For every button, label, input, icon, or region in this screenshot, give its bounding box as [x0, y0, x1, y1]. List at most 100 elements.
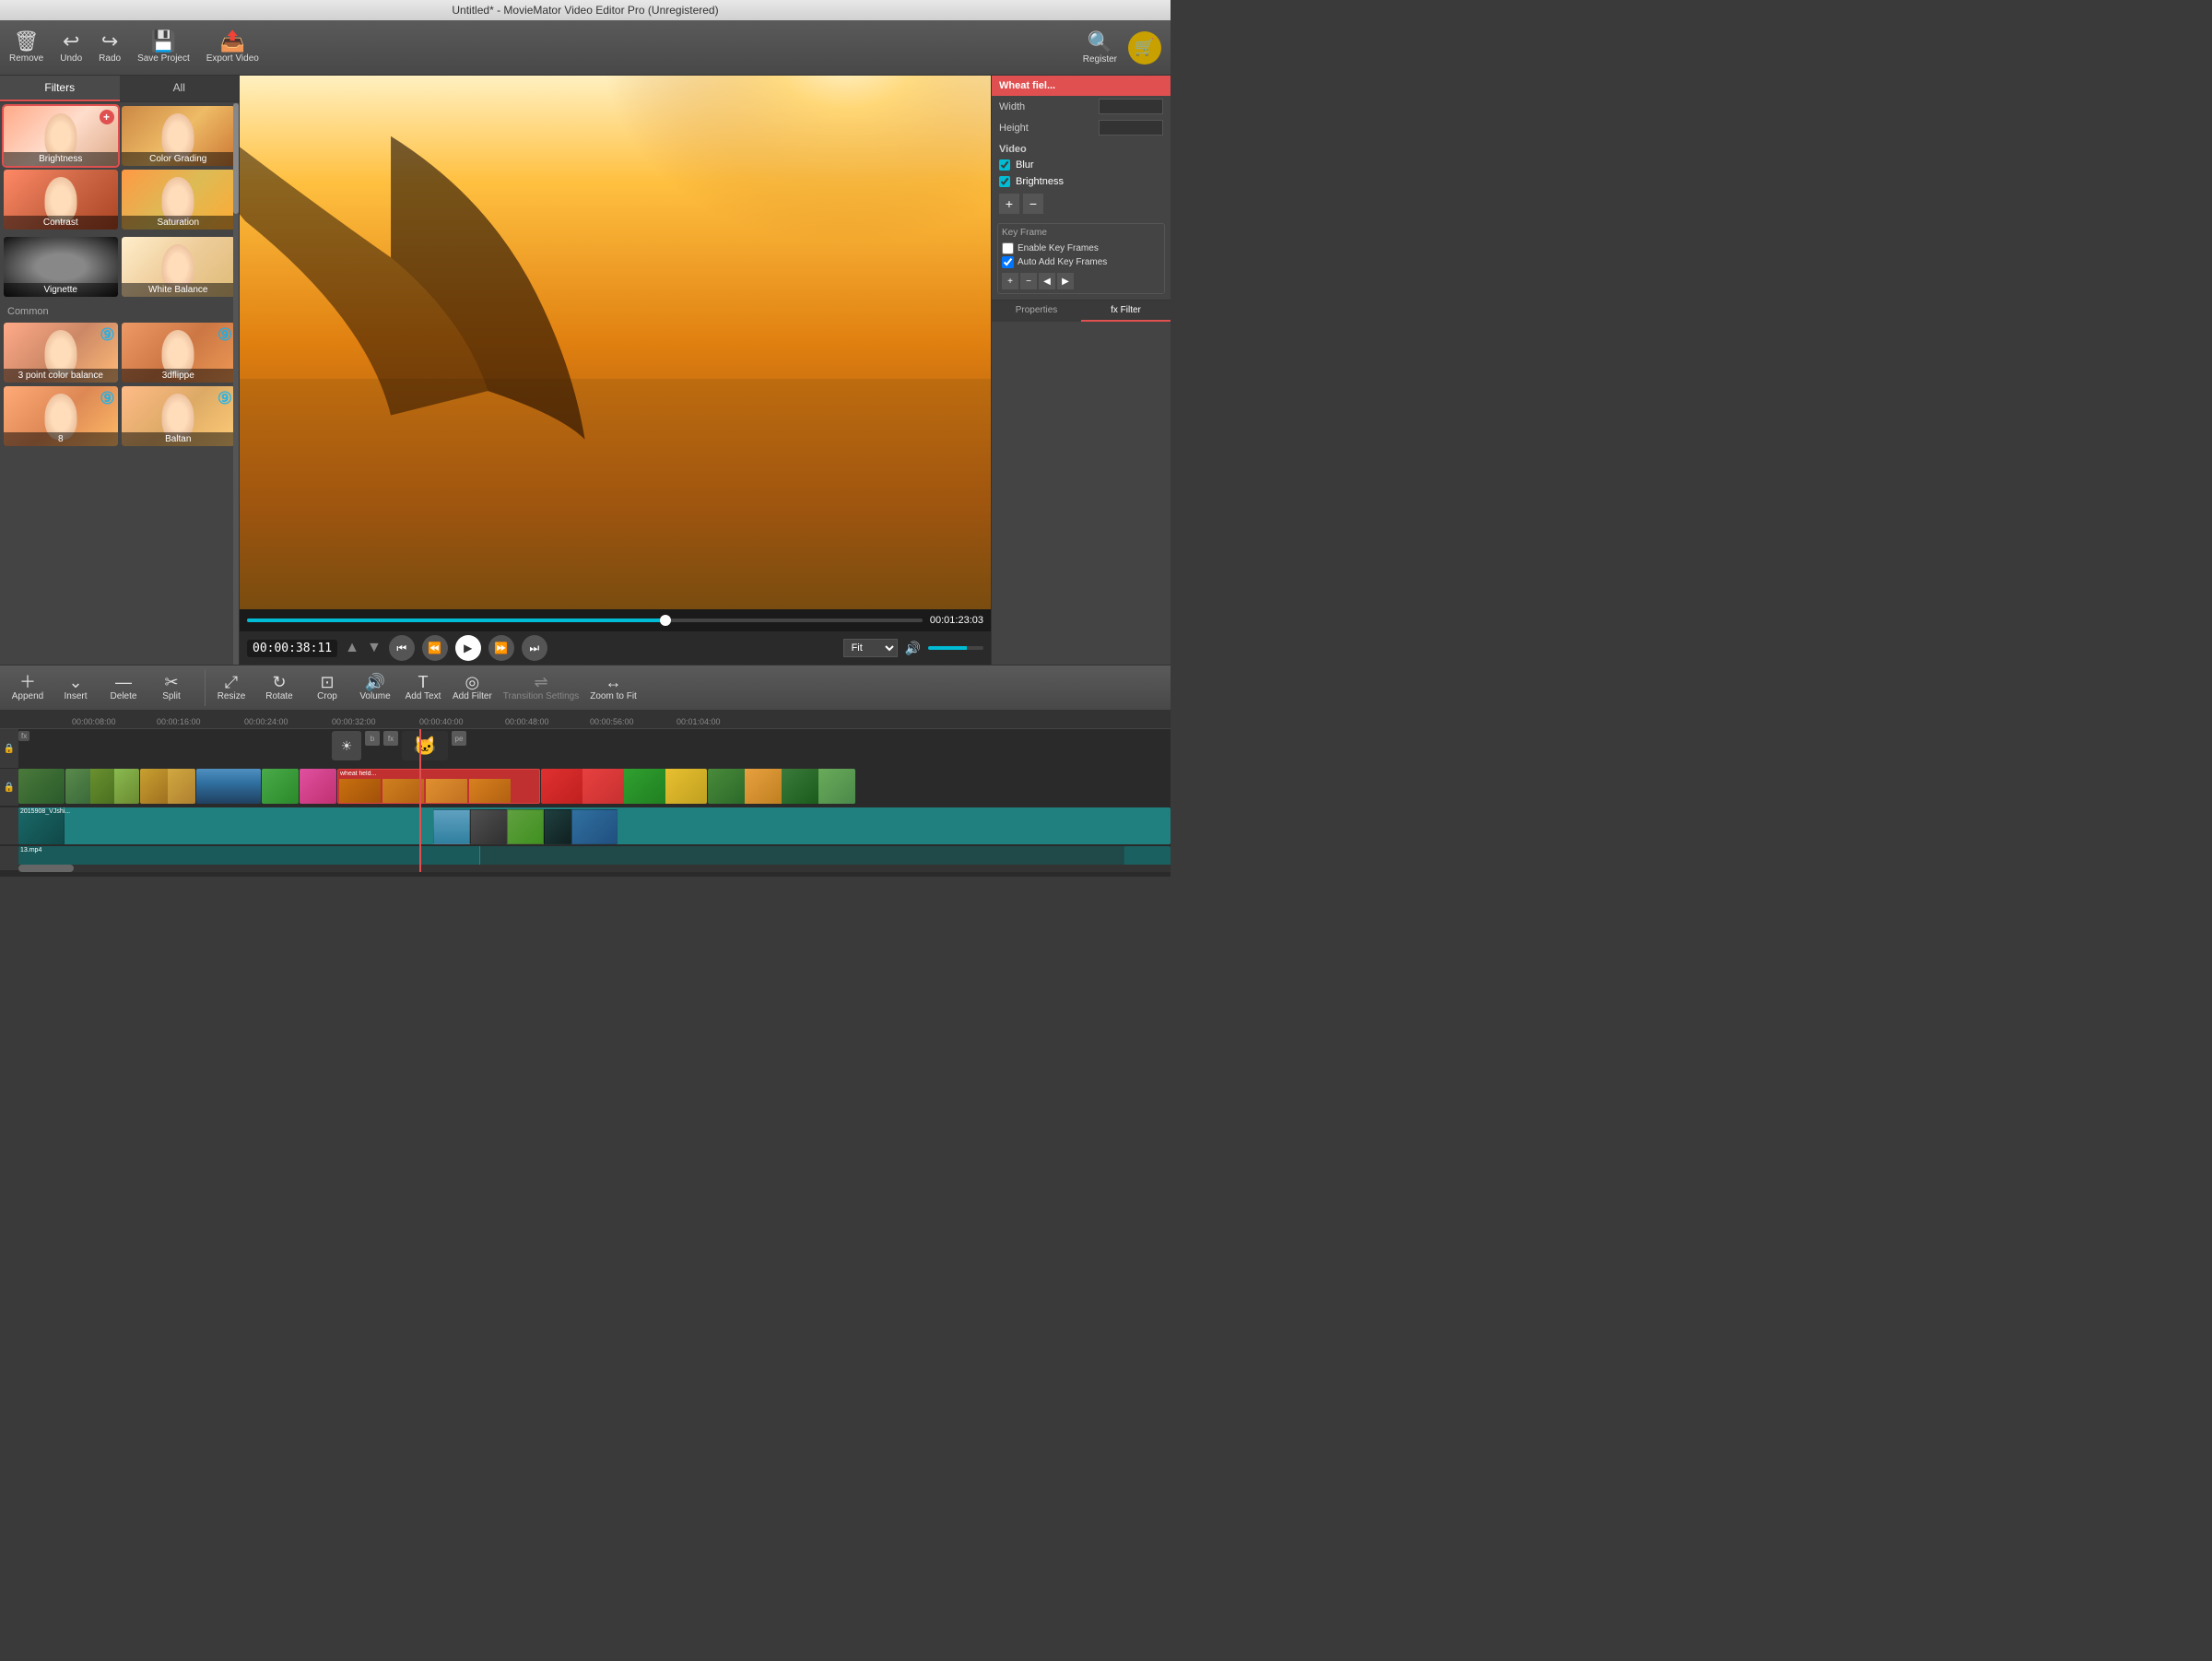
- rotate-icon: ↻: [272, 674, 286, 690]
- filter-contrast-label: Contrast: [4, 216, 118, 230]
- timeline-scrubber[interactable]: 00:01:23:03: [240, 609, 991, 631]
- preview-area: [240, 76, 991, 609]
- ruler-mark-7: 00:01:04:00: [677, 717, 721, 726]
- redo-button[interactable]: ↪ Rado: [99, 31, 121, 64]
- export-icon: 📤: [220, 31, 245, 52]
- clip-wheat-active[interactable]: wheat field...: [337, 769, 540, 804]
- filter-3point[interactable]: ⑨ 3 point color balance: [4, 323, 118, 383]
- filter-3dflippe[interactable]: ⑨ 3dflippe: [122, 323, 236, 383]
- height-input[interactable]: [1099, 120, 1163, 135]
- clip-tulips[interactable]: [541, 769, 707, 804]
- transition-icon: ⇌: [534, 674, 547, 690]
- common-icon-3df: ⑨: [218, 325, 232, 345]
- save-project-button[interactable]: 💾 Save Project: [137, 31, 190, 64]
- width-input[interactable]: [1099, 99, 1163, 114]
- rotate-button[interactable]: ↻ Rotate: [261, 674, 298, 701]
- kf-add-button[interactable]: +: [1002, 273, 1018, 289]
- filter-white-balance[interactable]: White Balance: [122, 237, 236, 297]
- filter-saturation[interactable]: Saturation: [122, 170, 236, 230]
- blur-checkbox[interactable]: [999, 159, 1010, 171]
- ruler-mark-6: 00:00:56:00: [590, 717, 634, 726]
- clip-green-sm[interactable]: [262, 769, 299, 804]
- auto-keyframes-checkbox[interactable]: [1002, 256, 1014, 268]
- filter-grid-row2: Vignette White Balance: [0, 233, 239, 300]
- append-button[interactable]: ＋ Append: [9, 674, 46, 701]
- filter-scrollbar[interactable]: [233, 103, 239, 665]
- fast-forward-button[interactable]: ⏩: [488, 635, 514, 661]
- scrubber-handle[interactable]: [660, 615, 671, 626]
- filter-vignette[interactable]: Vignette: [4, 237, 118, 297]
- tab-filter[interactable]: fx Filter: [1081, 300, 1171, 322]
- clip-landscape[interactable]: [708, 769, 855, 804]
- enable-keyframes-checkbox[interactable]: [1002, 242, 1014, 254]
- insert-button[interactable]: ⌄ Insert: [57, 674, 94, 701]
- split-icon: ✂: [164, 674, 178, 690]
- filter-saturation-label: Saturation: [122, 216, 236, 230]
- remove-icon: 🗑: [14, 31, 40, 52]
- clip-flower[interactable]: [300, 769, 336, 804]
- enable-keyframes-label: Enable Key Frames: [1018, 243, 1099, 253]
- zoom-icon: ↔: [606, 674, 622, 690]
- timecode-down-icon[interactable]: ▼: [367, 640, 382, 656]
- track2-clips: wheat field...: [18, 769, 1171, 806]
- play-button[interactable]: ▶: [455, 635, 481, 661]
- buy-now-button[interactable]: 🛒: [1128, 31, 1161, 65]
- common-icon-8: ⑨: [100, 389, 114, 408]
- undo-button[interactable]: ↩ Undo: [60, 31, 82, 64]
- rewind-button[interactable]: ⏪: [422, 635, 448, 661]
- delete-button[interactable]: — Delete: [105, 674, 142, 701]
- blur-label: Blur: [1016, 159, 1034, 171]
- add-filter-plus-button[interactable]: +: [999, 194, 1019, 214]
- fit-select[interactable]: Fit 100% 50%: [843, 639, 898, 657]
- ruler-mark-0: 00:00:08:00: [72, 717, 116, 726]
- kf-next-button[interactable]: ▶: [1057, 273, 1074, 289]
- timecode-up-icon[interactable]: ▲: [345, 640, 359, 656]
- cat-icon: 🐱: [402, 731, 448, 760]
- clip-teal-main[interactable]: 2015908_VJshi...: [18, 807, 1171, 844]
- remove-filter-minus-button[interactable]: −: [1023, 194, 1043, 214]
- skip-end-button[interactable]: ⏭: [522, 635, 547, 661]
- add-filter-button[interactable]: ◎ Add Filter: [453, 674, 492, 701]
- scrubber-fill: [247, 618, 665, 622]
- scrubber-track[interactable]: [247, 618, 923, 622]
- remove-button[interactable]: 🗑 Remove: [9, 31, 43, 64]
- clip-water[interactable]: [196, 769, 261, 804]
- filter-color-grading[interactable]: Color Grading: [122, 106, 236, 166]
- clip-green-1[interactable]: [18, 769, 65, 804]
- common-icon-3p: ⑨: [100, 325, 114, 345]
- export-video-button[interactable]: 📤 Export Video: [206, 31, 259, 64]
- split-button[interactable]: ✂ Split: [153, 674, 190, 701]
- filter-scrollbar-thumb[interactable]: [233, 103, 239, 214]
- timeline-scrollbar[interactable]: [18, 865, 1171, 872]
- volume-button[interactable]: 🔊 Volume: [357, 674, 394, 701]
- transition-settings-button[interactable]: ⇌ Transition Settings: [503, 674, 579, 701]
- resize-button[interactable]: ⤢ Resize: [213, 674, 250, 701]
- clip-green-2[interactable]: [65, 769, 139, 804]
- crop-button[interactable]: ⊡ Crop: [309, 674, 346, 701]
- filter-baltan[interactable]: ⑨ Baltan: [122, 386, 236, 446]
- kf-prev-button[interactable]: ◀: [1039, 273, 1055, 289]
- tab-properties[interactable]: Properties: [992, 300, 1081, 322]
- main-content: Filters All + Brightness Color Grading: [0, 76, 1171, 665]
- tab-all[interactable]: All: [120, 76, 240, 101]
- enable-keyframes-row: Enable Key Frames: [1002, 241, 1160, 255]
- add-text-button[interactable]: T Add Text: [405, 674, 441, 701]
- filter-contrast[interactable]: Contrast: [4, 170, 118, 230]
- brightness-checkbox[interactable]: [999, 176, 1010, 187]
- kf-remove-button[interactable]: −: [1020, 273, 1037, 289]
- volume-slider[interactable]: [928, 646, 983, 650]
- timeline-scrollbar-thumb[interactable]: [18, 865, 74, 872]
- tab-filters[interactable]: Filters: [0, 76, 120, 101]
- filter-brightness[interactable]: + Brightness: [4, 106, 118, 166]
- filter-8[interactable]: ⑨ 8: [4, 386, 118, 446]
- clip-green-3[interactable]: [140, 769, 195, 804]
- add-text-icon: T: [418, 674, 429, 690]
- track-3: 2015908_VJshi...: [0, 807, 1171, 844]
- register-button[interactable]: 🔍 Register: [1083, 30, 1117, 65]
- app-title: Untitled* - MovieMator Video Editor Pro …: [452, 4, 718, 17]
- zoom-to-fit-button[interactable]: ↔ Zoom to Fit: [590, 674, 637, 701]
- plus-minus-buttons: + −: [992, 190, 1171, 218]
- add-brightness-icon[interactable]: +: [100, 110, 114, 124]
- skip-start-button[interactable]: ⏮: [389, 635, 415, 661]
- volume-icon[interactable]: 🔊: [905, 641, 921, 656]
